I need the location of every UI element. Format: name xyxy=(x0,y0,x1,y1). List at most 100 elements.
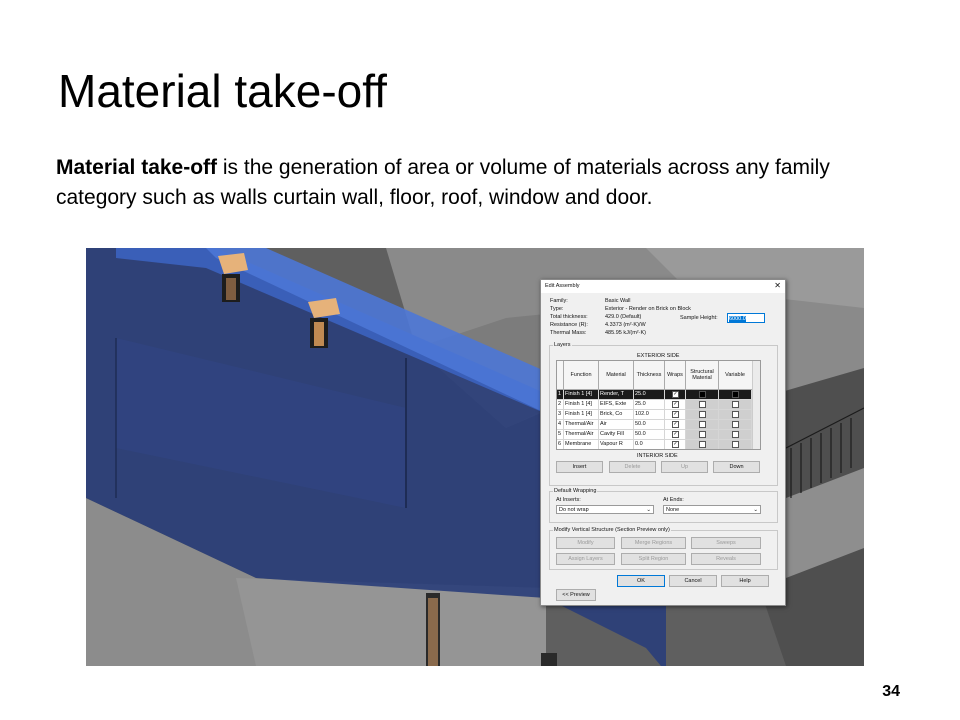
variable-cell[interactable] xyxy=(719,410,752,419)
variable-cell[interactable] xyxy=(719,400,752,409)
dialog-titlebar: Edit Assembly ✕ xyxy=(541,280,785,293)
preview-button[interactable]: << Preview xyxy=(556,589,596,601)
close-icon[interactable]: ✕ xyxy=(774,281,781,290)
at-inserts-value: Do not wrap xyxy=(559,507,589,513)
row-function[interactable]: Finish 1 [4] xyxy=(564,390,599,399)
split-region-button[interactable]: Split Region xyxy=(621,553,686,565)
checkbox-icon[interactable] xyxy=(732,431,739,438)
table-row[interactable]: 3 Finish 1 [4] Brick, Co 102.0 xyxy=(557,410,752,420)
table-row[interactable]: 2 Finish 1 [4] EIFS, Exte 25.0 xyxy=(557,400,752,410)
row-material[interactable]: Air xyxy=(599,420,634,429)
table-row[interactable]: 1 Finish 1 [4] Render, T 25.0 xyxy=(557,390,752,400)
wraps-cell[interactable] xyxy=(665,410,686,419)
checkbox-icon[interactable] xyxy=(699,441,706,448)
assign-layers-button[interactable]: Assign Layers xyxy=(556,553,615,565)
wraps-cell[interactable] xyxy=(665,430,686,439)
checkbox-icon[interactable] xyxy=(672,411,679,418)
table-row[interactable]: 6 Membrane Vapour R 0.0 xyxy=(557,440,752,449)
row-number: 2 xyxy=(557,400,564,409)
merge-regions-button[interactable]: Merge Regions xyxy=(621,537,686,549)
prop-label: Resistance (R): xyxy=(550,322,588,328)
at-inserts-select[interactable]: Do not wrap ⌄ xyxy=(556,505,654,514)
sample-height-input[interactable]: 6000.0 xyxy=(727,313,765,323)
chevron-down-icon: ⌄ xyxy=(753,507,758,513)
col-header xyxy=(557,361,564,389)
variable-cell[interactable] xyxy=(719,420,752,429)
checkbox-icon[interactable] xyxy=(732,441,739,448)
row-thickness[interactable]: 50.0 xyxy=(634,430,665,439)
wraps-cell[interactable] xyxy=(665,390,686,399)
row-thickness[interactable]: 50.0 xyxy=(634,420,665,429)
at-ends-select[interactable]: None ⌄ xyxy=(663,505,761,514)
checkbox-icon[interactable] xyxy=(732,421,739,428)
wraps-cell[interactable] xyxy=(665,440,686,449)
delete-button[interactable]: Delete xyxy=(609,461,656,473)
structural-cell[interactable] xyxy=(686,400,719,409)
checkbox-icon[interactable] xyxy=(732,391,739,398)
variable-cell[interactable] xyxy=(719,440,752,449)
reveals-button[interactable]: Reveals xyxy=(691,553,761,565)
checkbox-icon[interactable] xyxy=(699,431,706,438)
sweeps-button[interactable]: Sweeps xyxy=(691,537,761,549)
checkbox-icon[interactable] xyxy=(699,411,706,418)
row-number: 3 xyxy=(557,410,564,419)
cancel-button[interactable]: Cancel xyxy=(669,575,717,587)
row-thickness[interactable]: 102.0 xyxy=(634,410,665,419)
at-ends-label: At Ends: xyxy=(663,497,684,503)
variable-cell[interactable] xyxy=(719,390,752,399)
checkbox-icon[interactable] xyxy=(672,441,679,448)
row-material[interactable]: Brick, Co xyxy=(599,410,634,419)
prop-value: 4.3373 (m²·K)/W xyxy=(605,322,646,328)
edit-assembly-dialog: Edit Assembly ✕ Family: Basic Wall Type:… xyxy=(540,279,786,606)
row-thickness[interactable]: 25.0 xyxy=(634,390,665,399)
row-function[interactable]: Finish 1 [4] xyxy=(564,410,599,419)
table-scrollbar[interactable] xyxy=(752,361,760,449)
row-function[interactable]: Thermal/Air xyxy=(564,430,599,439)
prop-label: Type: xyxy=(550,306,564,312)
checkbox-icon[interactable] xyxy=(699,391,706,398)
prop-value: 485.95 kJ/(m²·K) xyxy=(605,330,646,336)
checkbox-icon[interactable] xyxy=(672,401,679,408)
up-button[interactable]: Up xyxy=(661,461,708,473)
checkbox-icon[interactable] xyxy=(732,411,739,418)
checkbox-icon[interactable] xyxy=(699,421,706,428)
row-function[interactable]: Finish 1 [4] xyxy=(564,400,599,409)
wraps-cell[interactable] xyxy=(665,400,686,409)
checkbox-icon[interactable] xyxy=(732,401,739,408)
table-row[interactable]: 4 Thermal/Air Air 50.0 xyxy=(557,420,752,430)
structural-cell[interactable] xyxy=(686,410,719,419)
row-material[interactable]: EIFS, Exte xyxy=(599,400,634,409)
slide-body: Material take-off is the generation of a… xyxy=(56,153,916,213)
modify-button[interactable]: Modify xyxy=(556,537,615,549)
row-material[interactable]: Cavity Fill xyxy=(599,430,634,439)
prop-value: 429.0 (Default) xyxy=(605,314,642,320)
row-thickness[interactable]: 25.0 xyxy=(634,400,665,409)
variable-cell[interactable] xyxy=(719,430,752,439)
checkbox-icon[interactable] xyxy=(672,391,679,398)
checkbox-icon[interactable] xyxy=(672,431,679,438)
layers-table: Function Material Thickness Wraps Struct… xyxy=(556,360,761,450)
row-function[interactable]: Thermal/Air xyxy=(564,420,599,429)
table-row[interactable]: 5 Thermal/Air Cavity Fill 50.0 xyxy=(557,430,752,440)
row-function[interactable]: Membrane xyxy=(564,440,599,449)
checkbox-icon[interactable] xyxy=(699,401,706,408)
row-material[interactable]: Vapour R xyxy=(599,440,634,449)
row-thickness[interactable]: 0.0 xyxy=(634,440,665,449)
help-button[interactable]: Help xyxy=(721,575,769,587)
row-material[interactable]: Render, T xyxy=(599,390,634,399)
chevron-down-icon: ⌄ xyxy=(646,507,651,513)
down-button[interactable]: Down xyxy=(713,461,760,473)
insert-button[interactable]: Insert xyxy=(556,461,603,473)
structural-cell[interactable] xyxy=(686,430,719,439)
col-header: Material xyxy=(599,361,634,389)
checkbox-icon[interactable] xyxy=(672,421,679,428)
structural-cell[interactable] xyxy=(686,390,719,399)
sample-height-label: Sample Height: xyxy=(680,315,718,321)
wraps-cell[interactable] xyxy=(665,420,686,429)
structural-cell[interactable] xyxy=(686,420,719,429)
at-inserts-label: At Inserts: xyxy=(556,497,581,503)
ok-button[interactable]: OK xyxy=(617,575,665,587)
row-number: 4 xyxy=(557,420,564,429)
dialog-title: Edit Assembly xyxy=(545,283,580,289)
structural-cell[interactable] xyxy=(686,440,719,449)
